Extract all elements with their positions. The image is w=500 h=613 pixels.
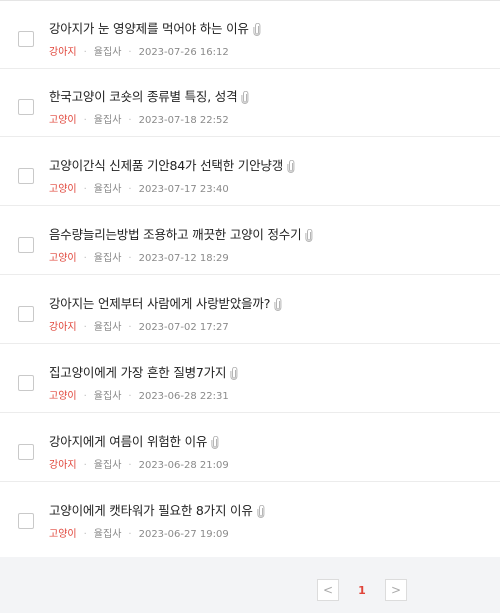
list-item[interactable]: 한국고양이 코숏의 종류별 특징, 성격 고양이 · 율집사 · 2023-07-18 …	[0, 69, 500, 137]
post-author: 율집사	[93, 322, 122, 333]
post-title-text[interactable]: 음수량늘리는방법 조용하고 깨끗한 고양이 정수기	[49, 227, 302, 242]
post-list: 강아지가 눈 영양제를 먹어야 하는 이유 강아지 · 율집사 · 2023-07-26…	[0, 0, 500, 557]
separator: ·	[128, 529, 132, 540]
separator: ·	[83, 460, 87, 471]
chevron-left-icon: <	[322, 583, 334, 597]
post-title-text[interactable]: 고양이에게 캣타워가 필요한 8가지 이유	[49, 503, 253, 518]
page-number-current[interactable]: 1	[351, 579, 373, 601]
post-author: 율집사	[93, 115, 122, 126]
paperclip-icon	[287, 160, 295, 173]
post-title-text[interactable]: 강아지는 언제부터 사람에게 사랑받았을까?	[49, 296, 270, 311]
post-category[interactable]: 고양이	[49, 115, 77, 126]
post-datetime: 2023-06-28 21:09	[138, 460, 229, 471]
post-category[interactable]: 고양이	[49, 184, 77, 195]
post-category[interactable]: 고양이	[49, 253, 77, 264]
post-author: 율집사	[93, 253, 122, 264]
list-item[interactable]: 강아지가 눈 영양제를 먹어야 하는 이유 강아지 · 율집사 · 2023-07-26…	[0, 1, 500, 69]
post-meta: 강아지 · 율집사 · 2023-07-26 16:12	[49, 43, 229, 58]
post-title[interactable]: 강아지에게 여름이 위험한 이유	[49, 431, 219, 450]
paperclip-icon	[253, 23, 261, 36]
post-author: 율집사	[93, 184, 122, 195]
select-checkbox[interactable]	[18, 375, 34, 391]
select-checkbox[interactable]	[18, 237, 34, 253]
list-item[interactable]: 집고양이에게 가장 흔한 질병7가지 고양이 · 율집사 · 2023-06-28 22…	[0, 345, 500, 413]
post-meta: 고양이 · 율집사 · 2023-07-17 23:40	[49, 180, 229, 195]
post-datetime: 2023-06-27 19:09	[138, 529, 229, 540]
post-meta: 고양이 · 율집사 · 2023-06-28 22:31	[49, 387, 229, 402]
post-category[interactable]: 고양이	[49, 391, 77, 402]
select-checkbox[interactable]	[18, 99, 34, 115]
separator: ·	[128, 391, 132, 402]
paperclip-icon	[241, 91, 249, 104]
separator: ·	[83, 47, 87, 58]
paperclip-icon	[274, 298, 282, 311]
select-checkbox[interactable]	[18, 31, 34, 47]
select-checkbox[interactable]	[18, 513, 34, 529]
post-category[interactable]: 고양이	[49, 529, 77, 540]
post-meta: 고양이 · 율집사 · 2023-07-12 18:29	[49, 249, 229, 264]
separator: ·	[83, 184, 87, 195]
paperclip-icon	[257, 505, 265, 518]
post-title-text[interactable]: 강아지에게 여름이 위험한 이유	[49, 434, 207, 449]
post-title-text[interactable]: 한국고양이 코숏의 종류별 특징, 성격	[49, 89, 238, 104]
post-datetime: 2023-06-28 22:31	[138, 391, 229, 402]
post-title-text[interactable]: 강아지가 눈 영양제를 먹어야 하는 이유	[49, 21, 249, 36]
post-datetime: 2023-07-26 16:12	[138, 47, 229, 58]
separator: ·	[83, 115, 87, 126]
post-meta: 강아지 · 율집사 · 2023-07-02 17:27	[49, 318, 229, 333]
select-checkbox[interactable]	[18, 306, 34, 322]
separator: ·	[83, 391, 87, 402]
post-title[interactable]: 음수량늘리는방법 조용하고 깨끗한 고양이 정수기	[49, 224, 313, 243]
post-meta: 강아지 · 율집사 · 2023-06-28 21:09	[49, 456, 229, 471]
post-author: 율집사	[93, 47, 122, 58]
list-item[interactable]: 고양이간식 신제품 기안84가 선택한 기안냥갱 고양이 · 율집사 · 2023-07…	[0, 138, 500, 206]
post-datetime: 2023-07-17 23:40	[138, 184, 229, 195]
post-title-text[interactable]: 집고양이에게 가장 흔한 질병7가지	[49, 365, 226, 380]
separator: ·	[83, 322, 87, 333]
separator: ·	[128, 184, 132, 195]
paperclip-icon	[230, 367, 238, 380]
post-datetime: 2023-07-02 17:27	[138, 322, 229, 333]
post-title-text[interactable]: 고양이간식 신제품 기안84가 선택한 기안냥갱	[49, 158, 283, 173]
post-category[interactable]: 강아지	[49, 47, 77, 58]
post-title[interactable]: 강아지가 눈 영양제를 먹어야 하는 이유	[49, 18, 261, 37]
separator: ·	[128, 47, 132, 58]
separator: ·	[128, 115, 132, 126]
post-category[interactable]: 강아지	[49, 322, 77, 333]
post-datetime: 2023-07-12 18:29	[138, 253, 229, 264]
select-checkbox[interactable]	[18, 444, 34, 460]
chevron-right-icon: >	[390, 583, 402, 597]
list-item[interactable]: 강아지는 언제부터 사람에게 사랑받았을까? 강아지 · 율집사 · 2023-07-0…	[0, 276, 500, 344]
paperclip-icon	[211, 436, 219, 449]
separator: ·	[128, 253, 132, 264]
post-title[interactable]: 집고양이에게 가장 흔한 질병7가지	[49, 362, 238, 381]
list-item[interactable]: 음수량늘리는방법 조용하고 깨끗한 고양이 정수기 고양이 · 율집사 · 2023-0…	[0, 207, 500, 275]
paperclip-icon	[305, 229, 313, 242]
post-datetime: 2023-07-18 22:52	[138, 115, 229, 126]
post-author: 율집사	[93, 391, 122, 402]
post-meta: 고양이 · 율집사 · 2023-06-27 19:09	[49, 525, 229, 540]
post-category[interactable]: 강아지	[49, 460, 77, 471]
list-item[interactable]: 고양이에게 캣타워가 필요한 8가지 이유 고양이 · 율집사 · 2023-06-27…	[0, 483, 500, 551]
post-meta: 고양이 · 율집사 · 2023-07-18 22:52	[49, 111, 229, 126]
post-title[interactable]: 강아지는 언제부터 사람에게 사랑받았을까?	[49, 293, 282, 312]
separator: ·	[128, 460, 132, 471]
post-author: 율집사	[93, 529, 122, 540]
separator: ·	[83, 253, 87, 264]
list-item[interactable]: 강아지에게 여름이 위험한 이유 강아지 · 율집사 · 2023-06-28 21:0…	[0, 414, 500, 482]
post-title[interactable]: 고양이에게 캣타워가 필요한 8가지 이유	[49, 500, 265, 519]
next-page-button[interactable]: >	[385, 579, 407, 601]
select-checkbox[interactable]	[18, 168, 34, 184]
post-title[interactable]: 한국고양이 코숏의 종류별 특징, 성격	[49, 86, 249, 105]
separator: ·	[128, 322, 132, 333]
prev-page-button[interactable]: <	[317, 579, 339, 601]
separator: ·	[83, 529, 87, 540]
post-author: 율집사	[93, 460, 122, 471]
post-title[interactable]: 고양이간식 신제품 기안84가 선택한 기안냥갱	[49, 155, 295, 174]
